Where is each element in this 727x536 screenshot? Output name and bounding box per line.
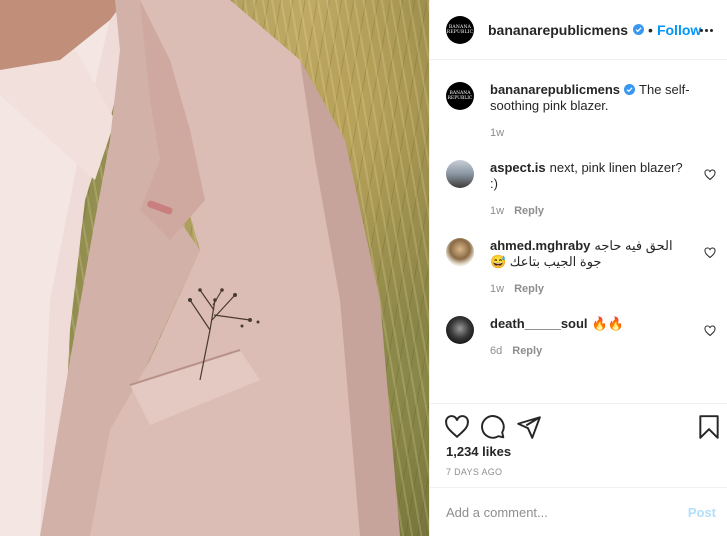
post-actions: 1,234 likes 7 DAYS AGO bbox=[430, 403, 727, 487]
verified-badge-icon bbox=[624, 84, 636, 95]
comment-time[interactable]: 6d bbox=[490, 345, 502, 357]
comment-time[interactable]: 1w bbox=[490, 205, 504, 217]
caption-text: bananarepublicmens The self-soothing pink… bbox=[490, 82, 690, 114]
comment-body: 🔥🔥 bbox=[591, 316, 624, 331]
post-date[interactable]: 7 DAYS AGO bbox=[446, 467, 502, 477]
account-username[interactable]: bananarepublicmens bbox=[488, 22, 628, 38]
separator-dot: • bbox=[648, 21, 653, 38]
commenter-avatar[interactable] bbox=[446, 160, 474, 188]
heart-icon[interactable] bbox=[704, 325, 716, 337]
reply-button[interactable]: Reply bbox=[512, 345, 542, 357]
blazer-illustration bbox=[0, 0, 400, 536]
comment-meta: 1w Reply bbox=[490, 205, 544, 217]
save-icon[interactable] bbox=[696, 414, 722, 440]
comment-username[interactable]: aspect.is bbox=[490, 160, 546, 175]
caption-avatar[interactable]: BANANA REPUBLIC bbox=[446, 82, 474, 110]
comment-time[interactable]: 1w bbox=[490, 283, 504, 295]
more-options-icon[interactable] bbox=[700, 22, 716, 38]
comment-text: death_____soul 🔥🔥 bbox=[490, 316, 690, 332]
heart-icon[interactable] bbox=[704, 247, 716, 259]
post-comment-button[interactable]: Post bbox=[688, 505, 716, 520]
reply-button[interactable]: Reply bbox=[514, 283, 544, 295]
share-icon[interactable] bbox=[516, 414, 542, 440]
verified-badge-icon bbox=[633, 24, 645, 35]
caption-username[interactable]: bananarepublicmens bbox=[490, 82, 620, 97]
comment-meta: 1w Reply bbox=[490, 283, 544, 295]
commenter-avatar[interactable] bbox=[446, 316, 474, 344]
add-comment-bar: Post bbox=[430, 487, 727, 536]
comment-text: aspect.is next, pink linen blazer? :) bbox=[490, 160, 690, 192]
post-sidebar: BANANA REPUBLIC bananarepublicmens • Fol… bbox=[429, 0, 727, 536]
caption-time[interactable]: 1w bbox=[490, 127, 504, 139]
likes-count[interactable]: 1,234 likes bbox=[446, 444, 511, 459]
heart-icon[interactable] bbox=[704, 169, 716, 181]
account-avatar[interactable]: BANANA REPUBLIC bbox=[446, 15, 474, 44]
commenter-avatar[interactable] bbox=[446, 238, 474, 266]
comment-input[interactable] bbox=[446, 504, 688, 520]
caption-meta: 1w bbox=[490, 127, 504, 139]
comment-username[interactable]: death_____soul bbox=[490, 316, 588, 331]
comment-icon[interactable] bbox=[480, 414, 506, 440]
follow-button[interactable]: Follow bbox=[657, 22, 701, 38]
comment-text: ahmed.mghraby الحق فيه حاجه جوة الجيب بتا… bbox=[490, 238, 690, 270]
comment-meta: 6d Reply bbox=[490, 345, 542, 357]
like-heart-icon[interactable] bbox=[444, 414, 470, 440]
comments-list: BANANA REPUBLIC bananarepublicmens The se… bbox=[430, 60, 727, 403]
comment-username[interactable]: ahmed.mghraby bbox=[490, 238, 590, 253]
post-image[interactable] bbox=[0, 0, 429, 536]
reply-button[interactable]: Reply bbox=[514, 205, 544, 217]
post-header: BANANA REPUBLIC bananarepublicmens • Fol… bbox=[430, 0, 727, 60]
